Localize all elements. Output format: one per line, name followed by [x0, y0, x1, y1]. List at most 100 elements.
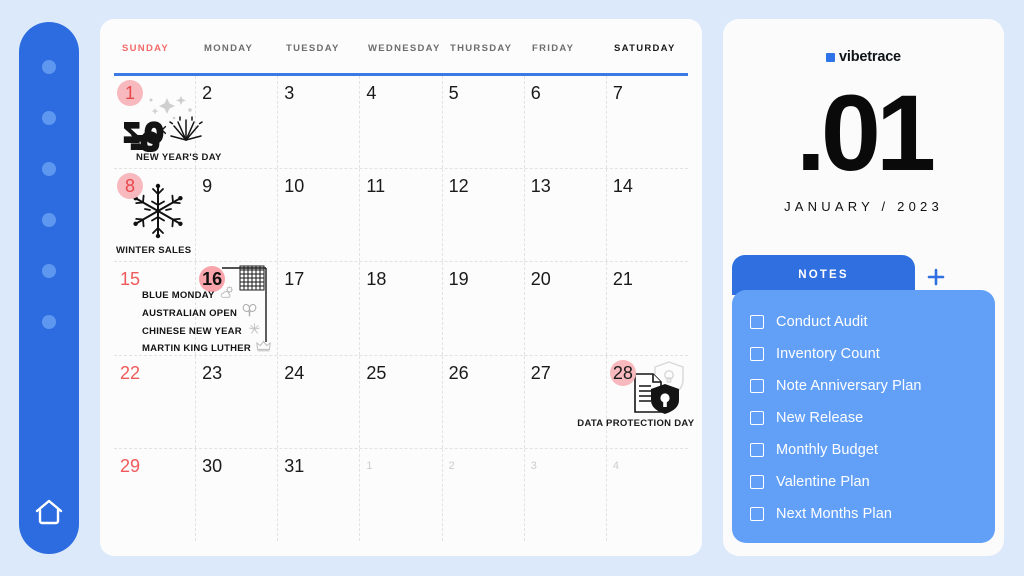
note-item[interactable]: New Release — [750, 402, 995, 434]
weekday-header-saturday: SATURDAY — [614, 43, 676, 54]
checkbox-icon[interactable] — [750, 411, 764, 425]
day-number: 7 — [612, 83, 623, 103]
weekday-header-friday: FRIDAY — [532, 43, 575, 54]
day-cell-next-1[interactable]: 1 — [360, 448, 443, 542]
day-cell-9[interactable]: 9 — [196, 169, 279, 262]
day-cell-22[interactable]: 22 — [114, 355, 197, 448]
home-icon[interactable] — [33, 496, 65, 526]
notes-tab[interactable]: NOTES — [732, 255, 915, 295]
day-cell-13[interactable]: 13 — [525, 169, 607, 262]
note-label: Monthly Budget — [776, 442, 879, 458]
sidebar-dot-4[interactable] — [42, 213, 56, 227]
day-cell-5[interactable]: 5 — [443, 76, 525, 169]
day-number: 24 — [284, 362, 305, 383]
day-cell-6[interactable]: 6 — [525, 76, 607, 169]
event-label: AUSTRALIAN OPEN — [142, 307, 238, 319]
event-item[interactable]: MARTIN KING LUTHER — [142, 340, 271, 357]
note-item[interactable]: Note Anniversary Plan — [750, 370, 995, 402]
day-number: 19 — [448, 269, 469, 290]
day-cell-8[interactable]: 8 WINTER SALES — [114, 169, 197, 262]
day-cell-21[interactable]: 21 — [607, 262, 688, 354]
day-cell-next-3[interactable]: 3 — [525, 448, 607, 542]
note-item[interactable]: Inventory Count — [750, 338, 995, 370]
note-label: New Release — [776, 410, 864, 426]
calendar-card: SUNDAY MONDAY TUESDAY WEDNESDAY THURSDAY… — [100, 19, 702, 556]
sidebar-dot-1[interactable] — [42, 60, 56, 74]
day-cell-14[interactable]: 14 — [607, 169, 688, 261]
day-number: 26 — [448, 362, 469, 383]
day-cell-27[interactable]: 27 — [525, 355, 607, 448]
brand-mark-icon — [826, 52, 836, 62]
day-cell-next-2[interactable]: 2 — [443, 448, 525, 542]
day-cell-23[interactable]: 23 — [196, 355, 279, 448]
sidebar-dot-2[interactable] — [42, 111, 56, 125]
day-cell-31[interactable]: 31 — [278, 448, 361, 542]
weekday-header-sunday: SUNDAY — [122, 43, 170, 54]
sidebar-dot-6[interactable] — [42, 315, 56, 329]
day-cell-12[interactable]: 12 — [443, 169, 525, 262]
day-number: 8 — [117, 173, 143, 200]
day-event-label: DATA PROTECTION DAY — [577, 417, 695, 429]
day-cell-20[interactable]: 20 — [525, 262, 607, 355]
day-cell-24[interactable]: 24 — [278, 355, 361, 448]
sidebar-dot-3[interactable] — [42, 162, 56, 176]
calendar-week-row: 1 NEW YEAR'S DAY 2 3 4 5 6 7 — [114, 76, 688, 170]
day-cell-next-4[interactable]: 4 — [607, 449, 688, 541]
day-number: 1 — [117, 80, 143, 106]
day-cell-28[interactable]: 28 DATA PROTECTION DAY — [577, 356, 694, 448]
day-number: 3 — [530, 459, 537, 472]
event-item[interactable]: AUSTRALIAN OPEN — [142, 304, 271, 322]
day-number: 14 — [612, 176, 633, 197]
note-item[interactable]: Monthly Budget — [750, 434, 995, 466]
day-cell-25[interactable]: 25 — [360, 355, 443, 448]
plus-icon[interactable] — [925, 266, 947, 288]
day-cell-30[interactable]: 30 — [196, 448, 279, 542]
weekday-header-row: SUNDAY MONDAY TUESDAY WEDNESDAY THURSDAY… — [114, 43, 688, 73]
checkbox-icon[interactable] — [750, 443, 764, 457]
notes-panel: Conduct Audit Inventory Count Note Anniv… — [732, 290, 995, 543]
checkbox-icon[interactable] — [750, 379, 764, 393]
tennis-racket-icon — [242, 304, 257, 322]
day-cell-29[interactable]: 29 — [114, 448, 197, 542]
day-cell-19[interactable]: 19 — [443, 262, 525, 355]
day-cell-15[interactable]: 15 BLUE MONDAY AUSTRALIAN OPEN CHINESE N… — [114, 262, 271, 355]
sidebar-dot-5[interactable] — [42, 264, 56, 278]
day-number: 20 — [530, 269, 551, 290]
checkbox-icon[interactable] — [750, 315, 764, 329]
day-cell-26[interactable]: 26 — [443, 355, 525, 448]
crown-icon — [256, 340, 271, 357]
right-panel: vibetrace .01 JANUARY / 2023 NOTES Condu… — [723, 19, 1004, 556]
day-cell-11[interactable]: 11 — [360, 169, 443, 262]
day-cell-3[interactable]: 3 — [278, 76, 361, 169]
day-number: 30 — [202, 455, 223, 476]
document-shield-lock-icon — [625, 356, 691, 427]
day-cell-4[interactable]: 4 — [360, 76, 443, 169]
note-item[interactable]: Next Months Plan — [750, 498, 995, 530]
event-label: MARTIN KING LUTHER — [142, 343, 251, 355]
day-number: 21 — [612, 269, 633, 290]
cloud-sun-icon — [220, 286, 235, 304]
note-item[interactable]: Valentine Plan — [750, 466, 995, 498]
calendar-grid: 1 NEW YEAR'S DAY 2 3 4 5 6 7 8 WINTER SA… — [114, 76, 694, 542]
note-item[interactable]: Conduct Audit — [750, 306, 995, 338]
day-number: 4 — [366, 83, 377, 103]
sidebar[interactable] — [19, 22, 79, 554]
checkbox-icon[interactable] — [750, 347, 764, 361]
event-label: CHINESE NEW YEAR — [142, 325, 242, 337]
day-cell-1[interactable]: 1 NEW YEAR'S DAY — [114, 76, 221, 169]
checkbox-icon[interactable] — [750, 507, 764, 521]
event-item[interactable]: CHINESE NEW YEAR — [142, 322, 271, 340]
day-event-list: BLUE MONDAY AUSTRALIAN OPEN CHINESE NEW … — [142, 286, 271, 357]
day-number: 4 — [612, 459, 619, 472]
weekday-header-monday: MONDAY — [204, 43, 254, 54]
day-cell-10[interactable]: 10 — [278, 169, 361, 262]
checkbox-icon[interactable] — [750, 475, 764, 489]
day-cell-7[interactable]: 7 — [607, 76, 688, 168]
day-number: 9 — [202, 176, 213, 197]
day-cell-18[interactable]: 18 — [360, 262, 443, 355]
event-item[interactable]: BLUE MONDAY — [142, 286, 271, 304]
day-event-label: WINTER SALES — [116, 245, 192, 257]
day-number: 6 — [530, 83, 541, 103]
day-number: 1 — [366, 459, 373, 472]
day-cell-17[interactable]: 17 — [278, 262, 361, 355]
